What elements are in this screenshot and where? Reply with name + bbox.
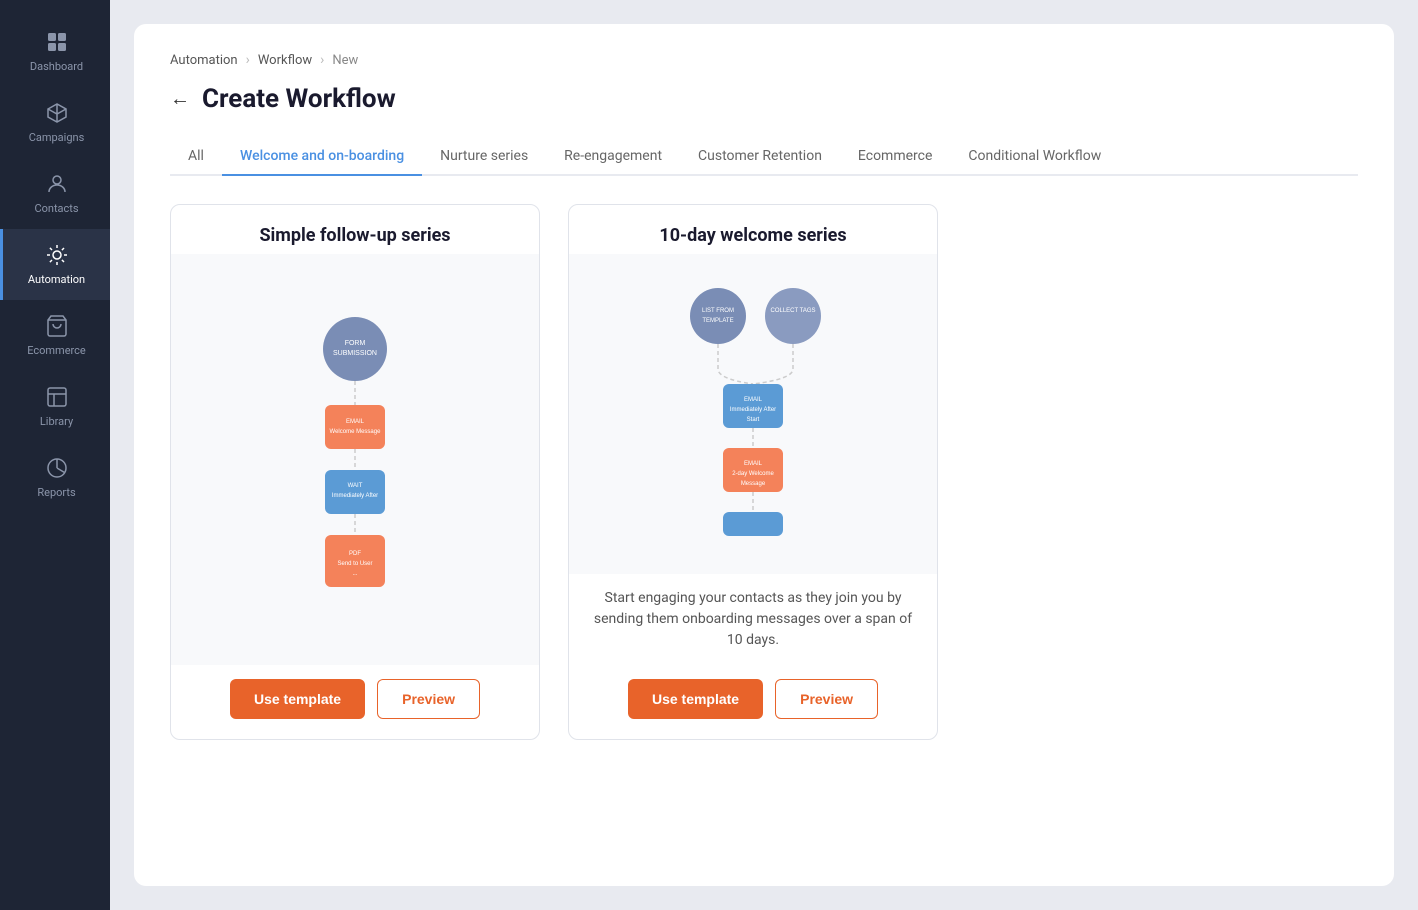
svg-text:Message: Message <box>741 481 766 487</box>
sidebar-item-contacts[interactable]: Contacts <box>0 158 110 229</box>
template-diagram-ten-day: LIST FROM TEMPLATE COLLECT TAGS EMAIL Im… <box>569 254 937 574</box>
tab-nurture[interactable]: Nurture series <box>422 138 546 176</box>
main-content: Automation › Workflow › New ← Create Wor… <box>110 0 1418 910</box>
page-header: ← Create Workflow <box>170 84 1358 114</box>
breadcrumb-sep-2: › <box>320 52 324 68</box>
sidebar-item-ecommerce[interactable]: Ecommerce <box>0 300 110 371</box>
svg-text:SUBMISSION: SUBMISSION <box>333 350 377 357</box>
svg-text:TEMPLATE: TEMPLATE <box>702 318 733 324</box>
diagram-svg-ten-day: LIST FROM TEMPLATE COLLECT TAGS EMAIL Im… <box>643 284 863 544</box>
tab-retention[interactable]: Customer Retention <box>680 138 840 176</box>
sidebar-item-campaigns[interactable]: Campaigns <box>0 87 110 158</box>
template-actions-simple-followup: Use template Preview <box>171 665 539 739</box>
sidebar-label-campaigns: Campaigns <box>29 131 85 144</box>
template-title-ten-day: 10-day welcome series <box>569 205 937 254</box>
tab-all[interactable]: All <box>170 138 222 176</box>
template-actions-ten-day: Use template Preview <box>569 665 937 739</box>
page-title: Create Workflow <box>202 84 396 114</box>
breadcrumb-current: New <box>332 53 358 68</box>
templates-grid: Simple follow-up series FORM SUBMISSION … <box>170 204 1358 740</box>
svg-text:PDF: PDF <box>349 551 361 557</box>
preview-ten-day-button[interactable]: Preview <box>775 679 878 719</box>
svg-text:Send to User: Send to User <box>337 561 372 567</box>
svg-text:Immediately After: Immediately After <box>730 407 776 413</box>
svg-text:2-day Welcome: 2-day Welcome <box>732 471 774 477</box>
svg-text:...: ... <box>352 571 357 577</box>
sidebar-label-reports: Reports <box>37 486 75 499</box>
breadcrumb-sep-1: › <box>246 52 250 68</box>
tab-reengagement[interactable]: Re-engagement <box>546 138 680 176</box>
sidebar-item-reports[interactable]: Reports <box>0 442 110 513</box>
tab-welcome[interactable]: Welcome and on-boarding <box>222 138 422 176</box>
sidebar-label-library: Library <box>40 415 73 428</box>
diagram-svg-simple: FORM SUBMISSION EMAIL Welcome Message WA… <box>275 315 435 605</box>
svg-text:WAIT: WAIT <box>348 483 363 489</box>
sidebar-label-ecommerce: Ecommerce <box>27 344 86 357</box>
sidebar-label-contacts: Contacts <box>34 202 78 215</box>
breadcrumb-automation[interactable]: Automation <box>170 53 238 68</box>
breadcrumb: Automation › Workflow › New <box>170 52 1358 68</box>
use-template-simple-button[interactable]: Use template <box>230 679 365 719</box>
automation-icon <box>45 243 69 267</box>
template-diagram-simple-followup: FORM SUBMISSION EMAIL Welcome Message WA… <box>171 254 539 665</box>
svg-text:EMAIL: EMAIL <box>744 461 763 467</box>
sidebar-item-automation[interactable]: Automation <box>0 229 110 300</box>
tabs: All Welcome and on-boarding Nurture seri… <box>170 138 1358 176</box>
svg-text:FORM: FORM <box>345 340 366 347</box>
sidebar-item-library[interactable]: Library <box>0 371 110 442</box>
content-card: Automation › Workflow › New ← Create Wor… <box>134 24 1394 886</box>
template-description-ten-day: Start engaging your contacts as they joi… <box>569 574 937 665</box>
template-card-simple-followup: Simple follow-up series FORM SUBMISSION … <box>170 204 540 740</box>
reports-icon <box>45 456 69 480</box>
sidebar-item-dashboard[interactable]: Dashboard <box>0 16 110 87</box>
svg-text:EMAIL: EMAIL <box>346 419 365 425</box>
sidebar: Dashboard Campaigns Contacts Automation … <box>0 0 110 910</box>
campaigns-icon <box>45 101 69 125</box>
library-icon <box>45 385 69 409</box>
template-card-ten-day: 10-day welcome series LIST FROM TEMPLATE… <box>568 204 938 740</box>
contacts-icon <box>45 172 69 196</box>
sidebar-label-automation: Automation <box>28 273 85 286</box>
ecommerce-icon <box>45 314 69 338</box>
svg-text:Welcome Message: Welcome Message <box>330 429 382 435</box>
svg-text:Start: Start <box>747 417 760 423</box>
svg-text:LIST FROM: LIST FROM <box>702 308 734 314</box>
sidebar-label-dashboard: Dashboard <box>30 60 83 73</box>
preview-simple-button[interactable]: Preview <box>377 679 480 719</box>
tab-conditional[interactable]: Conditional Workflow <box>950 138 1119 176</box>
tab-ecommerce[interactable]: Ecommerce <box>840 138 950 176</box>
breadcrumb-workflow[interactable]: Workflow <box>258 53 312 68</box>
use-template-ten-day-button[interactable]: Use template <box>628 679 763 719</box>
dashboard-icon <box>45 30 69 54</box>
template-title-simple-followup: Simple follow-up series <box>171 205 539 254</box>
svg-text:COLLECT TAGS: COLLECT TAGS <box>770 308 815 314</box>
back-button[interactable]: ← <box>170 88 190 111</box>
svg-text:EMAIL: EMAIL <box>744 397 763 403</box>
svg-text:Immediately After: Immediately After <box>332 493 378 499</box>
